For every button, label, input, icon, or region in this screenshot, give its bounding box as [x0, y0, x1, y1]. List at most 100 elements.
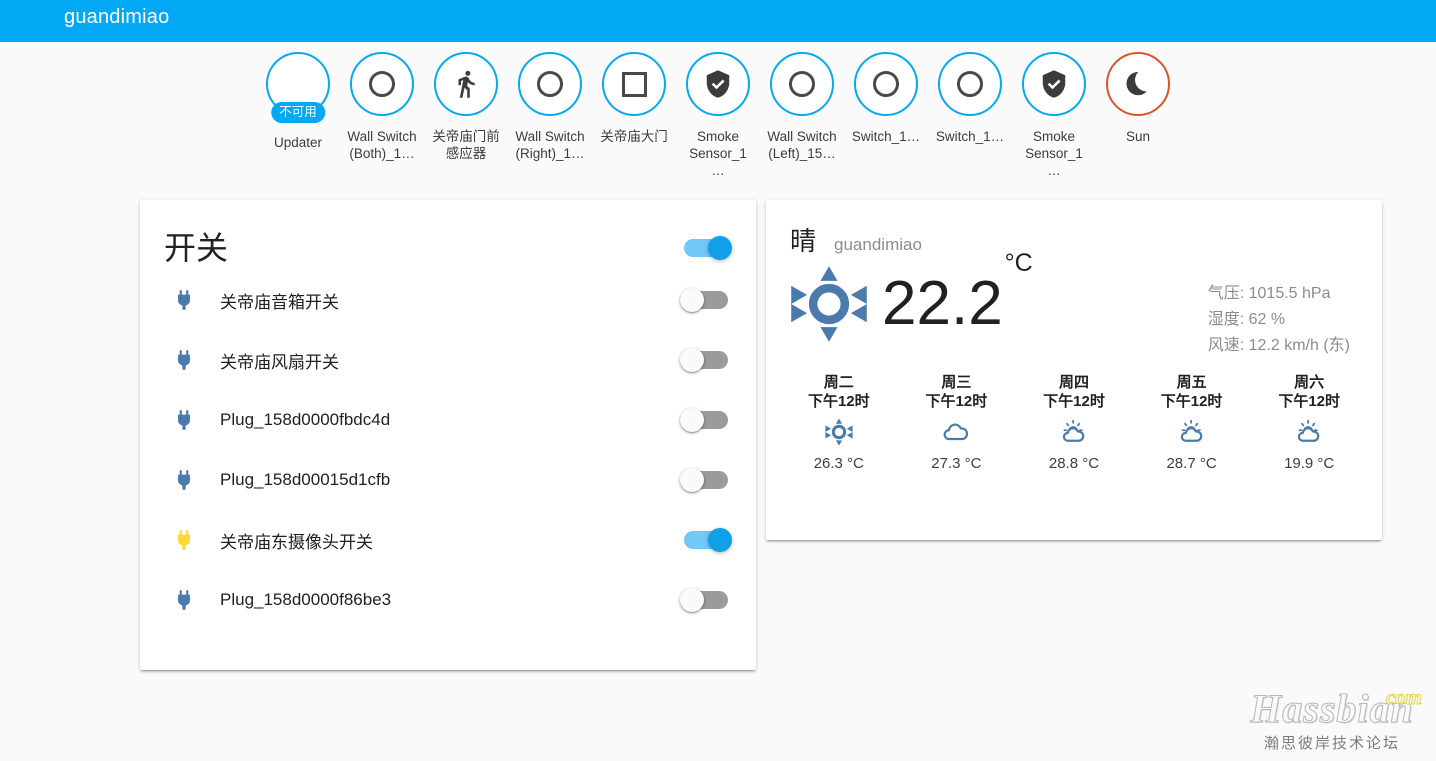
power-plug-icon [178, 410, 190, 430]
badge-circle[interactable] [434, 52, 498, 116]
row-toggle[interactable] [680, 348, 732, 372]
weather-header: 晴 guandimiao [766, 200, 1382, 255]
badge-label: Switch_1… [851, 129, 921, 144]
row-toggle[interactable] [680, 588, 732, 612]
circle-outline-icon [957, 71, 983, 97]
badge-1[interactable]: 不可用 Updater [263, 52, 333, 151]
switch-card-title: 开关 [164, 230, 229, 266]
cloudy-icon [943, 423, 969, 441]
forecast-weekday: 周五 [1176, 374, 1207, 391]
circle-outline-icon [537, 71, 563, 97]
switch-card-header: 开关 [140, 200, 756, 270]
row-icon [164, 587, 204, 613]
switch-card: 开关 关帝庙音箱开关 关帝庙风扇开关 Plug_158d0000fbdc4d Plug… [140, 200, 756, 670]
badge-4[interactable]: Wall Switch (Right)_1… [515, 52, 585, 162]
forecast-temp: 28.7 °C [1166, 455, 1217, 472]
weather-detail-line: 气压: 1015.5 hPa [1207, 285, 1331, 302]
weather-details: 气压: 1015.5 hPa 湿度: 62 % 风速: 12.2 km/h (东) [1208, 265, 1358, 359]
forecast-temp: 26.3 °C [813, 455, 864, 472]
switch-row[interactable]: 关帝庙风扇开关 [164, 330, 732, 390]
forecast-day: 周五 下午12时 28.7 °C [1137, 373, 1247, 472]
forecast-time: 下午12时 [807, 393, 870, 410]
master-toggle[interactable] [680, 236, 732, 260]
row-icon [164, 467, 204, 493]
badge-label: 关帝庙门前感应器 [432, 129, 500, 161]
badge-11[interactable]: Sun [1103, 52, 1173, 145]
badge-circle[interactable] [602, 52, 666, 116]
forecast-day: 周四 下午12时 28.8 °C [1019, 373, 1129, 472]
badge-circle[interactable] [854, 52, 918, 116]
toggle-thumb [708, 528, 732, 552]
row-toggle[interactable] [680, 408, 732, 432]
badge-10[interactable]: Smoke Sensor_1… [1019, 52, 1089, 179]
forecast-time: 下午12时 [1278, 393, 1341, 410]
badge-9[interactable]: Switch_1… [935, 52, 1005, 145]
partly-cloudy-icon [1062, 419, 1085, 442]
switch-row[interactable]: Plug_158d00015d1cfb [164, 450, 732, 510]
row-toggle[interactable] [680, 528, 732, 552]
watermark-subtitle: 瀚思彼岸技术论坛 [1263, 734, 1400, 752]
power-plug-icon [178, 350, 190, 370]
power-plug-icon [178, 290, 190, 310]
row-toggle[interactable] [680, 468, 732, 492]
row-label: 关帝庙东摄像头开关 [220, 532, 373, 552]
watermark-name: Hassbian com [1244, 685, 1423, 731]
row-toggle[interactable] [680, 288, 732, 312]
forecast-temp: 27.3 °C [931, 455, 982, 472]
switch-row[interactable]: 关帝庙音箱开关 [164, 270, 732, 330]
badge-circle[interactable]: 不可用 [266, 52, 330, 123]
shield-check-icon [1042, 70, 1066, 98]
weather-detail-line: 风速: 12.2 km/h (东) [1207, 337, 1350, 354]
badge-5[interactable]: 关帝庙大门 [599, 52, 669, 145]
page-title: guandimiao [64, 5, 170, 28]
forecast-temp: 19.9 °C [1284, 455, 1335, 472]
badge-circle[interactable] [770, 52, 834, 116]
switch-row[interactable]: 关帝庙东摄像头开关 [164, 510, 732, 570]
badge-6[interactable]: Smoke Sensor_1… [683, 52, 753, 179]
row-icon [164, 407, 204, 433]
badge-circle[interactable] [350, 52, 414, 116]
toggle-thumb [680, 468, 704, 492]
sunny-icon [790, 265, 868, 343]
walk-icon [458, 70, 475, 98]
badge-label: Smoke Sensor_1… [1025, 129, 1083, 178]
sunny-icon [825, 418, 853, 446]
temperature-value: 22.2 [882, 269, 1003, 338]
badge-2[interactable]: Wall Switch (Both)_1… [347, 52, 417, 162]
shield-check-icon [706, 70, 730, 98]
switch-row[interactable]: Plug_158d0000fbdc4d [164, 390, 732, 450]
forecast-day: 周六 下午12时 19.9 °C [1254, 373, 1364, 472]
row-icon [164, 287, 204, 313]
switch-row[interactable]: Plug_158d0000f86be3 [164, 570, 732, 630]
blank-icon [283, 69, 313, 99]
badge-circle[interactable] [1106, 52, 1170, 116]
badge-circle[interactable] [938, 52, 1002, 116]
badge-label: Smoke Sensor_1… [689, 129, 747, 178]
weather-card: 晴 guandimiao 22.2°C 气压: 1015.5 hPa 湿度: 62… [766, 200, 1382, 540]
power-plug-icon [178, 470, 190, 490]
weather-main: 22.2°C 气压: 1015.5 hPa 湿度: 62 % 风速: 12.2 km… [766, 251, 1382, 359]
badge-circle[interactable] [518, 52, 582, 116]
toggle-thumb [680, 348, 704, 372]
circle-outline-icon [789, 71, 815, 97]
row-icon [164, 527, 204, 553]
badge-label: 关帝庙大门 [600, 129, 668, 144]
forecast-day: 周三下午12时 27.3 °C [901, 373, 1011, 472]
forecast-weekday: 周三 [941, 374, 972, 391]
forecast-temp: 28.8 °C [1048, 455, 1100, 472]
square-outline-icon [621, 71, 647, 97]
toggle-thumb [680, 588, 704, 612]
badge-circle[interactable] [1022, 52, 1086, 116]
power-plug-icon [178, 530, 190, 550]
weather-location: guandimiao [834, 235, 922, 254]
temperature-unit: °C [1004, 249, 1033, 277]
badge-8[interactable]: Switch_1… [851, 52, 921, 145]
badge-3[interactable]: 关帝庙门前感应器 [431, 52, 501, 162]
forecast-day: 周二 下午12时 26.3 °C [784, 373, 894, 472]
forecast-time: 下午12时 [925, 393, 988, 410]
badge-value: 不可用 [271, 101, 325, 123]
badge-7[interactable]: Wall Switch (Left)_15… [767, 52, 837, 162]
forecast-icon [901, 415, 1011, 449]
badge-circle[interactable] [686, 52, 750, 116]
weather-temperature: 22.2°C [882, 251, 1033, 335]
